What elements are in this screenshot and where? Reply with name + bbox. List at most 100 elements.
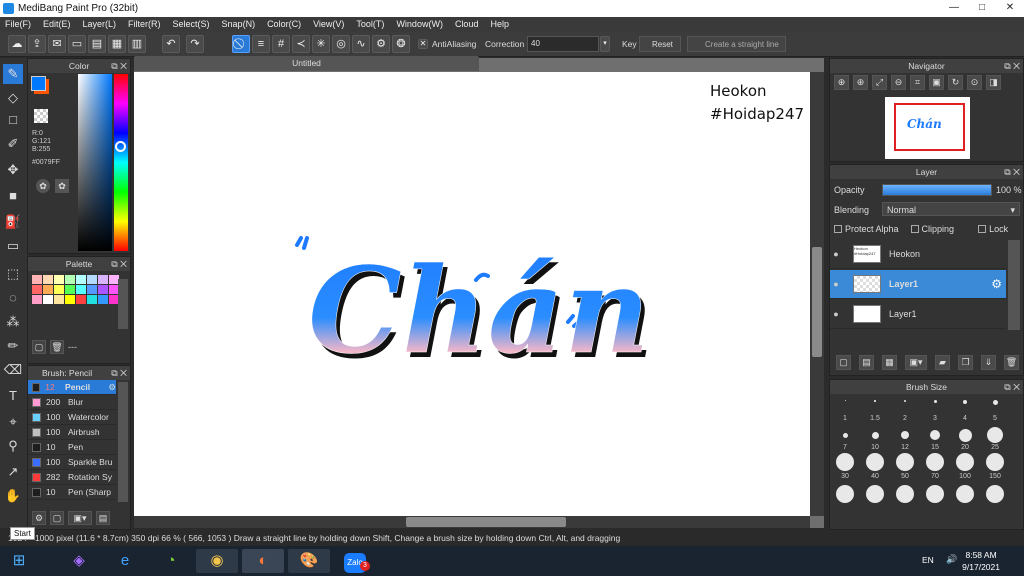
eraser-tool-icon[interactable]: ◇ [3, 88, 23, 108]
clipping-checkbox[interactable] [910, 225, 919, 233]
chrome-icon[interactable]: ◉ [196, 549, 238, 573]
palette-swatch[interactable] [32, 295, 42, 304]
brush-row[interactable]: 10 Pen (Sharp [28, 485, 116, 500]
move-tool-icon[interactable]: ✥ [3, 160, 23, 180]
snap-gear-icon[interactable]: ❂ [392, 35, 410, 53]
menu-edit[interactable]: Edit(E) [38, 17, 78, 32]
select-pen-icon[interactable]: ✐ [3, 134, 23, 154]
palette-swatch[interactable] [54, 285, 64, 294]
grid-icon[interactable]: ▦ [108, 35, 126, 53]
hand-tool-icon[interactable]: ✋ [3, 486, 23, 506]
menu-layer[interactable]: Layer(L) [78, 17, 124, 32]
document-tab[interactable]: Untitled [134, 56, 479, 71]
select-pen-tool-icon[interactable]: ✏ [3, 336, 23, 356]
visual-studio-icon[interactable]: ◈ [58, 549, 100, 573]
horizontal-scroll-thumb[interactable] [406, 517, 566, 527]
palette-swatch[interactable] [43, 285, 53, 294]
panel-close-icon[interactable]: ⧉ ✕ [1004, 59, 1020, 73]
palette-swatch[interactable] [87, 275, 97, 284]
layers-icon[interactable]: ▥ [128, 35, 146, 53]
green-app-icon[interactable]: ◔ [150, 549, 192, 573]
menu-color[interactable]: Color(C) [262, 17, 308, 32]
select-rect-icon[interactable]: ⬚ [3, 264, 23, 284]
brush-size-cell[interactable]: 7 [830, 423, 860, 452]
snap-radial-icon[interactable]: ✳ [312, 35, 330, 53]
brush-row[interactable]: 200 Blur [28, 395, 116, 410]
flip-icon[interactable]: ◨ [986, 75, 1001, 90]
speaker-icon[interactable]: 🔊 [946, 554, 957, 565]
palette-swatch[interactable] [65, 295, 75, 304]
new-layer-icon[interactable]: ▢ [836, 355, 851, 370]
add-layer-menu-icon[interactable]: ▣▾ [905, 355, 927, 370]
color-picker-icon[interactable]: ✿ [55, 179, 69, 193]
fit-window-icon[interactable]: ⤢ [872, 75, 887, 90]
brush-size-cell[interactable]: 5 [980, 394, 1010, 423]
palette-swatch[interactable] [65, 275, 75, 284]
folder-icon[interactable]: ▰ [935, 355, 950, 370]
palette-swatch[interactable] [54, 295, 64, 304]
medibang-icon[interactable]: ◐ [242, 549, 284, 573]
palette-swatch[interactable] [87, 285, 97, 294]
brush-size-cell[interactable] [950, 481, 980, 510]
correction-input[interactable]: 40 [527, 36, 599, 52]
brush-row[interactable]: 282 Rotation Sy [28, 470, 116, 485]
brush-row[interactable]: 12 Pencil ⚙ [28, 380, 116, 395]
menu-select[interactable]: Select(S) [168, 17, 217, 32]
palette-swatch[interactable] [98, 285, 108, 294]
new-halftone-layer-icon[interactable]: ▤ [859, 355, 874, 370]
primary-color-swatch[interactable] [31, 76, 46, 91]
language-indicator[interactable]: EN [922, 555, 934, 565]
undo-icon[interactable]: ↶ [162, 35, 180, 53]
brush-size-cell[interactable]: 50 [890, 452, 920, 481]
comment-icon[interactable]: ✉ [48, 35, 66, 53]
menu-tool[interactable]: Tool(T) [351, 17, 391, 32]
menu-help[interactable]: Help [485, 17, 516, 32]
dropper-tool-icon[interactable]: ↗ [3, 462, 23, 482]
brush-size-cell[interactable]: 150 [980, 452, 1010, 481]
menu-view[interactable]: View(V) [308, 17, 351, 32]
hue-slider[interactable] [114, 74, 128, 251]
rotate-icon[interactable]: ↻ [948, 75, 963, 90]
brush-size-cell[interactable] [980, 481, 1010, 510]
navigator-preview[interactable]: Chán [885, 97, 970, 159]
brush-size-cell[interactable] [920, 481, 950, 510]
visibility-icon[interactable]: ● [830, 249, 842, 259]
text-tool-icon[interactable]: T [3, 386, 23, 406]
layer-row-selected[interactable]: ● Layer1 ⚙ [830, 270, 1006, 299]
layer-scrollbar[interactable] [1008, 240, 1020, 330]
add-brush-icon[interactable]: ▣▾ [68, 511, 92, 525]
snap-settings-icon[interactable]: ⚙ [372, 35, 390, 53]
palette-swatch[interactable] [76, 285, 86, 294]
brush-size-cell[interactable]: 40 [860, 452, 890, 481]
brush-size-cell[interactable] [860, 481, 890, 510]
palette-swatch[interactable] [43, 275, 53, 284]
horizontal-scrollbar[interactable] [134, 516, 810, 528]
snap-vanish-icon[interactable]: ≺ [292, 35, 310, 53]
panel-close-icon[interactable]: ⧉ ✕ [111, 257, 127, 271]
lock-checkbox[interactable] [978, 225, 987, 233]
new-palette-icon[interactable]: ▢ [32, 340, 46, 354]
merge-down-icon[interactable]: ⇓ [981, 355, 996, 370]
brush-size-cell[interactable]: 10 [860, 423, 890, 452]
maximize-button[interactable]: □ [968, 0, 996, 17]
new-brush-icon[interactable]: ▢ [50, 511, 64, 525]
palette-swatch[interactable] [32, 285, 42, 294]
palette-swatch[interactable] [54, 275, 64, 284]
brush-tool-icon[interactable]: ✎ [3, 64, 23, 84]
brush-size-cell[interactable]: 12 [890, 423, 920, 452]
gradient-tool-icon[interactable]: ▭ [3, 236, 23, 256]
clock[interactable]: 8:58 AM 9/17/2021 [962, 549, 1000, 573]
ie-icon[interactable]: e [104, 549, 146, 573]
brush-size-cell[interactable]: 3 [920, 394, 950, 423]
layer-row[interactable]: ● Layer1 [830, 300, 1006, 329]
brush-doc-icon[interactable]: ▤ [96, 511, 110, 525]
brush-size-cell[interactable]: 1 [830, 394, 860, 423]
snap-parallel-icon[interactable]: ≡ [252, 35, 270, 53]
zoom-in-icon[interactable]: ⊕ [834, 75, 849, 90]
vertical-scroll-thumb[interactable] [812, 247, 822, 357]
brush-size-cell[interactable]: 30 [830, 452, 860, 481]
zalo-icon[interactable]: Zalo 3 [334, 549, 376, 573]
brush-size-cell[interactable]: 2 [890, 394, 920, 423]
opacity-slider[interactable] [882, 184, 992, 196]
palette-swatch[interactable] [76, 275, 86, 284]
